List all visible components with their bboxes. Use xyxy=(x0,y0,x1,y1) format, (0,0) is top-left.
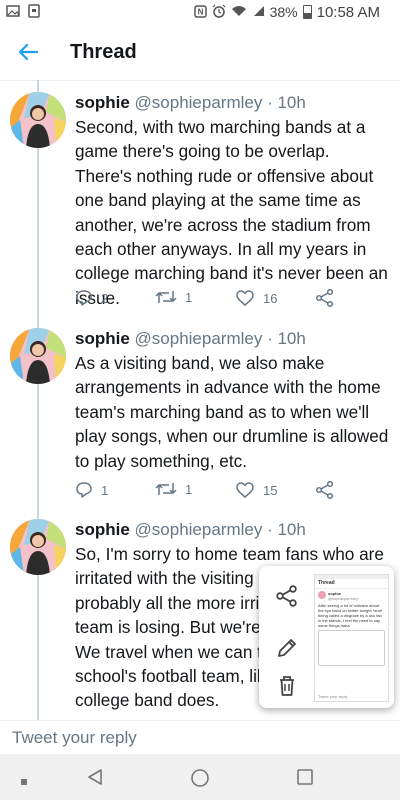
edit-icon[interactable] xyxy=(275,636,299,660)
like-button[interactable]: 15 xyxy=(235,481,277,499)
recents-dot-icon[interactable] xyxy=(20,773,28,791)
share-icon xyxy=(315,481,335,499)
thumb-tweet-header: sophie @sophieparmley xyxy=(315,589,388,603)
home-circle-icon[interactable] xyxy=(190,768,210,793)
tweet-text: As a visiting band, we also make arrange… xyxy=(75,353,389,471)
reply-count: 1 xyxy=(101,482,109,498)
author-handle[interactable]: @sophieparmley xyxy=(135,93,263,112)
delete-icon[interactable] xyxy=(275,674,299,698)
author-name[interactable]: sophie xyxy=(75,93,130,112)
tweet-actions: 1 1 15 xyxy=(75,481,395,507)
avatar[interactable] xyxy=(10,519,66,575)
separator-dot: · xyxy=(262,329,278,348)
tweet-time: 10h xyxy=(277,93,306,112)
notification-box-icon xyxy=(28,4,40,20)
battery-icon xyxy=(302,5,312,19)
reply-count: 2 xyxy=(101,290,109,306)
svg-text:N: N xyxy=(197,7,203,16)
author-handle[interactable]: @sophieparmley xyxy=(135,329,263,348)
heart-icon xyxy=(235,481,255,499)
page-title: Thread xyxy=(70,40,137,63)
retweet-icon xyxy=(155,289,177,305)
reply-composer[interactable]: Tweet your reply xyxy=(0,720,400,755)
reply-button[interactable]: 2 xyxy=(75,289,108,307)
like-count: 16 xyxy=(263,290,278,306)
share-icon[interactable] xyxy=(275,584,299,608)
thumb-avatar xyxy=(318,591,326,599)
author-name[interactable]: sophie xyxy=(75,329,130,348)
thumb-title: Thread xyxy=(315,579,388,589)
reply-icon xyxy=(75,481,93,499)
screenshot-thumbnail[interactable]: Thread sophie @sophieparmley After seein… xyxy=(314,574,389,702)
reply-button[interactable]: 1 xyxy=(75,481,108,499)
clock: 10:58 AM xyxy=(316,3,380,21)
author-handle[interactable]: @sophieparmley xyxy=(135,520,263,539)
thumb-quoted-tweet xyxy=(318,630,385,666)
separator-dot: · xyxy=(262,520,278,539)
status-bar: N 38% 10:58 AM xyxy=(0,0,400,24)
system-nav-bar xyxy=(0,754,400,800)
app-header: Thread xyxy=(0,24,400,81)
alarm-icon xyxy=(212,4,226,20)
tweet-header: sophie @sophieparmley · 10h xyxy=(75,328,390,350)
tweet-time: 10h xyxy=(277,520,306,539)
reply-icon xyxy=(75,289,93,307)
thumb-handle: @sophieparmley xyxy=(328,596,359,601)
like-count: 15 xyxy=(263,482,278,498)
retweet-button[interactable]: 1 xyxy=(155,289,192,305)
back-triangle-icon[interactable] xyxy=(86,768,104,791)
thumb-reply-placeholder: Tweet your reply xyxy=(318,694,348,699)
share-button[interactable] xyxy=(315,481,335,499)
screenshot-preview-panel: Thread sophie @sophieparmley After seein… xyxy=(259,566,394,708)
like-button[interactable]: 16 xyxy=(235,289,277,307)
avatar[interactable] xyxy=(10,328,66,384)
wifi-icon xyxy=(231,5,247,19)
avatar[interactable] xyxy=(10,92,66,148)
author-name[interactable]: sophie xyxy=(75,520,130,539)
heart-icon xyxy=(235,289,255,307)
gallery-icon xyxy=(6,5,20,19)
tweet-header: sophie @sophieparmley · 10h xyxy=(75,519,390,541)
battery-percent: 38% xyxy=(269,4,298,20)
share-button[interactable] xyxy=(315,289,335,307)
retweet-icon xyxy=(155,481,177,497)
tweet-header: sophie @sophieparmley · 10h xyxy=(75,92,390,114)
signal-icon xyxy=(252,5,265,19)
arrow-left-icon[interactable] xyxy=(0,24,56,80)
tweet-text: Second, with two marching bands at a gam… xyxy=(75,117,388,308)
thumb-tweet-text: After seeing a lot of criticism about th… xyxy=(318,603,383,628)
nfc-icon: N xyxy=(193,4,207,20)
tweet-actions: 2 1 16 xyxy=(75,289,395,315)
share-icon xyxy=(315,289,335,307)
retweet-count: 1 xyxy=(185,481,193,497)
retweet-button[interactable]: 1 xyxy=(155,481,192,497)
reply-input[interactable]: Tweet your reply xyxy=(12,728,137,748)
tweet-time: 10h xyxy=(277,329,306,348)
separator-dot: · xyxy=(262,93,278,112)
tweet-text-line: So, I'm sorry to home team fans who are xyxy=(75,544,384,564)
retweet-count: 1 xyxy=(185,289,193,305)
overview-square-icon[interactable] xyxy=(296,768,314,791)
thread-connector-line xyxy=(37,80,39,720)
